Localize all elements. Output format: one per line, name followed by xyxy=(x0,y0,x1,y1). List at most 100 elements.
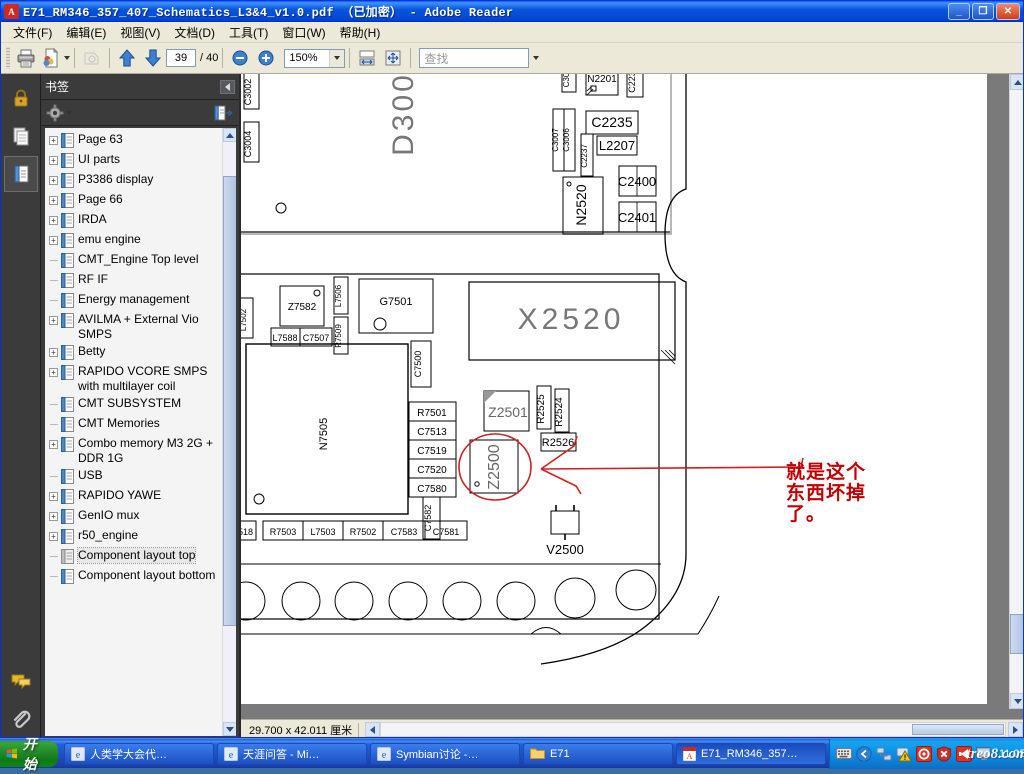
bookmark-expand-icon[interactable]: + xyxy=(49,316,58,325)
doc-scroll-up-button[interactable] xyxy=(1010,74,1023,90)
doc-scroll-down-button[interactable] xyxy=(1010,693,1023,709)
bookmarks-scroll-up-button[interactable] xyxy=(223,128,236,142)
scroll-left-button[interactable] xyxy=(365,722,381,737)
network-icon[interactable] xyxy=(876,746,892,762)
bookmark-expand-icon[interactable]: + xyxy=(49,196,58,205)
bookmark-item[interactable]: Energy management xyxy=(49,291,222,311)
bookmark-expand-icon[interactable]: + xyxy=(49,368,58,377)
antivirus-icon[interactable] xyxy=(916,745,932,762)
email-dropdown-arrow[interactable] xyxy=(64,56,70,60)
zoom-in-button[interactable] xyxy=(253,45,279,71)
next-page-button[interactable] xyxy=(140,45,166,71)
bookmark-item[interactable]: RF IF xyxy=(49,271,222,291)
find-dropdown-arrow[interactable] xyxy=(529,56,542,60)
warning-icon[interactable] xyxy=(896,746,912,762)
bookmark-expand-icon[interactable]: + xyxy=(49,348,58,357)
collapse-left-icon[interactable] xyxy=(220,79,235,94)
nav-security-button[interactable] xyxy=(4,80,38,116)
toolbar-grip[interactable] xyxy=(6,47,10,69)
maximize-button[interactable]: ❐ xyxy=(972,3,994,20)
nav-bookmarks-button[interactable] xyxy=(3,156,38,192)
start-button[interactable]: 开始 xyxy=(0,736,58,772)
menu-view[interactable]: 视图(V) xyxy=(113,22,167,43)
nav-attachments-button[interactable] xyxy=(4,701,38,737)
bookmark-expand-icon[interactable]: + xyxy=(49,492,58,501)
lock-icon xyxy=(14,89,27,107)
scroll-right-button[interactable] xyxy=(1008,722,1023,737)
pdf-page-canvas[interactable]: C3002 C3004 D300 C30 N2201 C223 C3006 C3… xyxy=(241,74,987,704)
sound-icon[interactable] xyxy=(956,745,972,762)
print-button[interactable] xyxy=(13,45,39,71)
svg-text:7518: 7518 xyxy=(241,527,253,537)
fit-width-button[interactable] xyxy=(354,45,380,71)
menu-help[interactable]: 帮助(H) xyxy=(333,22,388,43)
bookmark-item[interactable]: Component layout top xyxy=(49,547,222,567)
minimize-button[interactable]: _ xyxy=(948,3,970,20)
menu-document[interactable]: 文档(D) xyxy=(167,22,222,43)
bookmark-expand-icon[interactable]: + xyxy=(49,236,58,245)
taskbar-item-1[interactable]: e 天涯问答 - Mi… xyxy=(217,742,367,765)
bookmark-expand-icon[interactable]: + xyxy=(49,156,58,165)
bookmark-item[interactable]: + P3386 display xyxy=(49,171,222,191)
zoom-dropdown-arrow[interactable] xyxy=(329,49,345,67)
horizontal-scroll-thumb[interactable] xyxy=(912,724,1004,735)
document-horizontal-scrollbar[interactable] xyxy=(380,722,1006,737)
bookmark-item[interactable]: + UI parts xyxy=(49,151,222,171)
document-area[interactable]: C3002 C3004 D300 C30 N2201 C223 C3006 C3… xyxy=(241,74,1023,737)
bookmark-options-arrow[interactable] xyxy=(66,110,72,115)
bookmark-expand-icon[interactable]: + xyxy=(49,216,58,225)
bookmark-item[interactable]: CMT Memories xyxy=(49,415,222,435)
taskbar-item-2[interactable]: e Symbian讨论 -… xyxy=(370,742,520,765)
bookmark-item[interactable]: + r50_engine xyxy=(49,527,222,547)
bookmark-expand-icon[interactable]: + xyxy=(49,176,58,185)
snapshot-button[interactable] xyxy=(79,45,105,71)
bookmark-item[interactable]: + IRDA xyxy=(49,211,222,231)
bookmark-item[interactable]: + GenIO mux xyxy=(49,507,222,527)
fit-page-button[interactable] xyxy=(380,45,406,71)
taskbar-item-0[interactable]: e 人类学大会代… xyxy=(64,742,214,765)
tray-clock[interactable]: 11:05 xyxy=(999,748,1024,760)
document-vertical-scrollbar[interactable] xyxy=(1009,74,1023,709)
zoom-out-button[interactable] xyxy=(227,45,253,71)
doc-scroll-thumb[interactable] xyxy=(1010,614,1023,654)
shield-icon[interactable] xyxy=(936,745,952,762)
show-hidden-icons-icon[interactable] xyxy=(856,745,872,762)
previous-page-button[interactable] xyxy=(114,45,140,71)
bookmark-item[interactable]: Component layout bottom xyxy=(49,567,222,587)
taskbar-item-3[interactable]: E71 xyxy=(523,742,673,765)
menu-file[interactable]: 文件(F) xyxy=(6,22,59,43)
bookmark-item[interactable]: + emu engine xyxy=(49,231,222,251)
menu-window[interactable]: 窗口(W) xyxy=(275,22,332,43)
monitor-icon[interactable] xyxy=(976,746,992,762)
expand-current-bookmark-icon[interactable] xyxy=(214,104,234,122)
gear-icon[interactable] xyxy=(46,104,64,122)
email-button[interactable] xyxy=(39,45,70,71)
keyboard-icon[interactable] xyxy=(836,746,852,762)
bookmark-item[interactable]: + Page 63 xyxy=(49,131,222,151)
bookmark-item[interactable]: + Betty xyxy=(49,343,222,363)
menu-edit[interactable]: 编辑(E) xyxy=(59,22,113,43)
bookmarks-scrollbar[interactable] xyxy=(222,128,236,736)
bookmark-expand-icon[interactable]: + xyxy=(49,532,58,541)
bookmark-item[interactable]: USB xyxy=(49,467,222,487)
bookmark-item[interactable]: CMT_Engine Top level xyxy=(49,251,222,271)
nav-comments-button[interactable] xyxy=(4,663,38,699)
bookmark-item[interactable]: + Page 66 xyxy=(49,191,222,211)
close-button[interactable]: ✕ xyxy=(996,3,1020,20)
bookmark-item[interactable]: + Combo memory M3 2G + DDR 1G xyxy=(49,435,222,467)
nav-pages-button[interactable] xyxy=(4,118,38,154)
bookmark-expand-icon[interactable]: + xyxy=(49,440,58,449)
bookmark-item[interactable]: + RAPIDO YAWE xyxy=(49,487,222,507)
bookmark-item[interactable]: + RAPIDO VCORE SMPS with multilayer coil xyxy=(49,363,222,395)
bookmarks-scroll-down-button[interactable] xyxy=(223,722,236,736)
find-input-box[interactable]: 查找 xyxy=(419,48,530,68)
bookmark-item[interactable]: CMT SUBSYSTEM xyxy=(49,395,222,415)
bookmarks-scroll-thumb[interactable] xyxy=(223,176,236,626)
menu-tools[interactable]: 工具(T) xyxy=(222,22,275,43)
bookmark-expand-icon[interactable]: + xyxy=(49,512,58,521)
bookmark-item[interactable]: + AVILMA + External Vio SMPS xyxy=(49,311,222,343)
page-number-input[interactable] xyxy=(166,49,196,67)
bookmark-expand-icon[interactable]: + xyxy=(49,136,58,145)
zoom-level-combo[interactable]: 150% xyxy=(284,48,346,68)
taskbar-item-4[interactable]: A E71_RM346_357… xyxy=(676,742,826,765)
